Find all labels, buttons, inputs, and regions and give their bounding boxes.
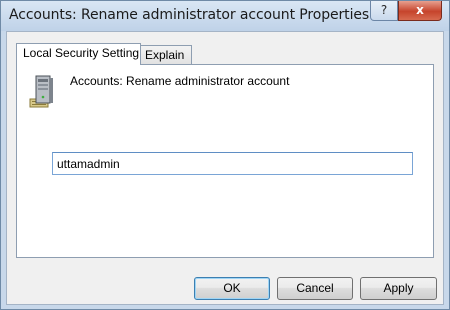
- close-button[interactable]: x: [398, 1, 442, 21]
- window-title: Accounts: Rename administrator account P…: [9, 7, 370, 23]
- tab-local-security-setting[interactable]: Local Security Setting: [16, 43, 141, 65]
- account-name-input[interactable]: [52, 152, 413, 175]
- properties-dialog: Accounts: Rename administrator account P…: [0, 0, 450, 310]
- ok-button[interactable]: OK: [194, 277, 270, 300]
- tab-explain[interactable]: Explain: [140, 45, 192, 65]
- policy-name: Accounts: Rename administrator account: [70, 74, 290, 88]
- cancel-button[interactable]: Cancel: [277, 277, 353, 300]
- title-bar[interactable]: Accounts: Rename administrator account P…: [1, 1, 449, 31]
- server-computer-icon: [26, 73, 56, 109]
- dialog-body: Local Security Setting Explain Accounts:…: [6, 31, 444, 305]
- apply-button[interactable]: Apply: [360, 277, 437, 300]
- help-button[interactable]: ?: [370, 1, 398, 21]
- tab-panel: Accounts: Rename administrator account: [16, 64, 434, 258]
